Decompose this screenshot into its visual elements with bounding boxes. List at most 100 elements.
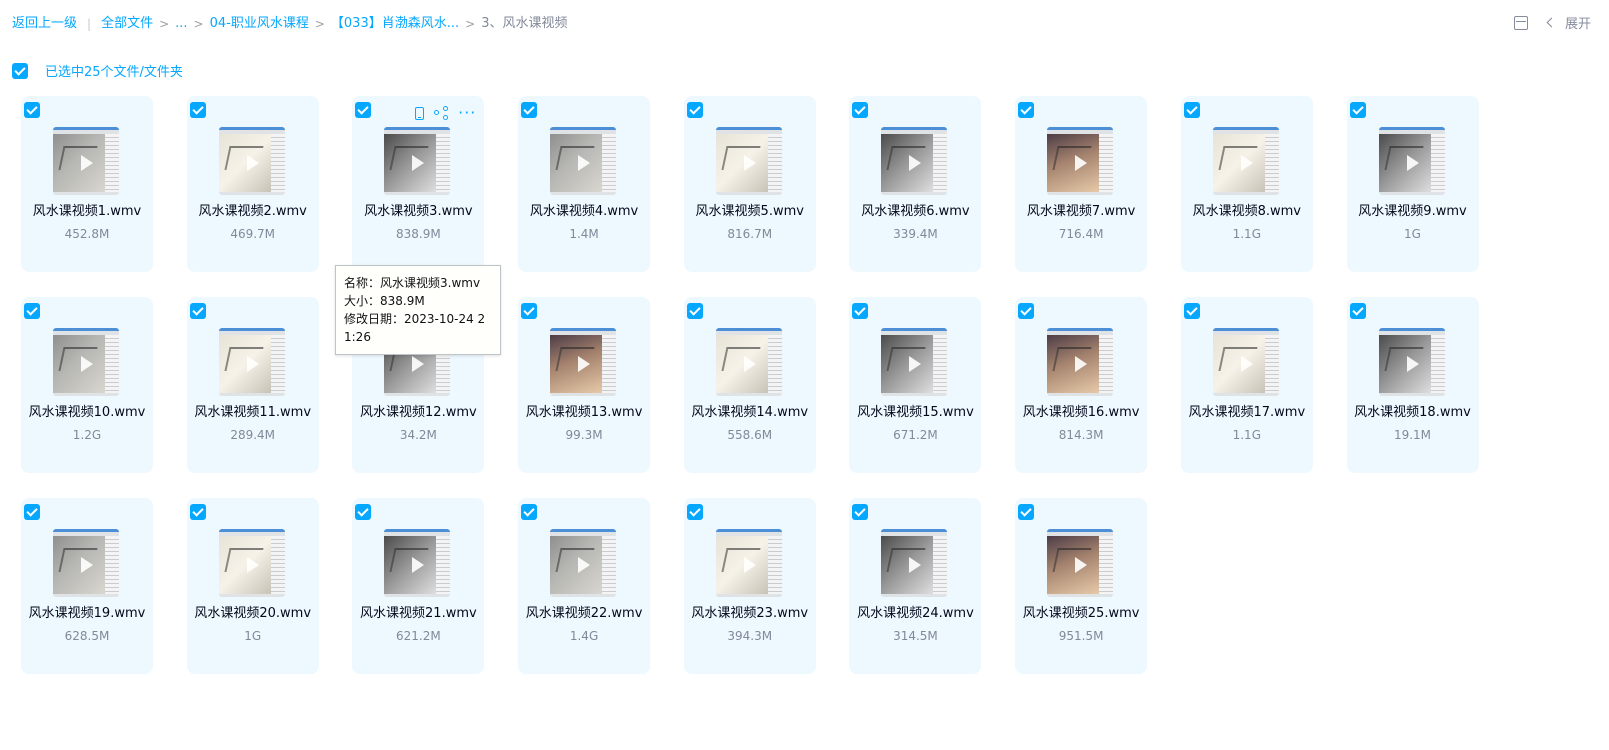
file-checkbox[interactable]: [355, 504, 372, 520]
file-name[interactable]: 风水课视频7.wmv: [1005, 204, 1157, 220]
more-icon[interactable]: ···: [458, 105, 476, 121]
file-name[interactable]: 风水课视频20.wmv: [177, 606, 329, 622]
file-checkbox[interactable]: [852, 303, 869, 319]
file-card[interactable]: 风水课视频5.wmv 816.7M: [683, 96, 816, 272]
file-card[interactable]: 风水课视频25.wmv 951.5M: [1015, 498, 1148, 674]
file-card[interactable]: 风水课视频8.wmv 1.1G: [1180, 96, 1313, 272]
file-card[interactable]: 风水课视频20.wmv 1G: [186, 498, 319, 674]
file-name[interactable]: 风水课视频5.wmv: [674, 204, 826, 220]
file-name[interactable]: 风水课视频4.wmv: [508, 204, 660, 220]
file-name[interactable]: 风水课视频16.wmv: [1005, 405, 1157, 421]
file-checkbox[interactable]: [189, 102, 206, 118]
play-icon: [1075, 154, 1088, 171]
play-icon: [1075, 355, 1088, 372]
file-checkbox[interactable]: [355, 102, 372, 118]
file-card[interactable]: 风水课视频14.wmv 558.6M: [683, 297, 816, 473]
play-icon: [578, 355, 591, 372]
file-card[interactable]: 风水课视频6.wmv 339.4M: [849, 96, 982, 272]
play-icon: [246, 154, 259, 171]
file-name[interactable]: 风水课视频3.wmv: [342, 204, 494, 220]
file-name[interactable]: 风水课视频11.wmv: [177, 405, 329, 421]
file-name[interactable]: 风水课视频10.wmv: [11, 405, 163, 421]
breadcrumb-level1[interactable]: 04-职业风水课程: [210, 14, 309, 34]
list-view-icon[interactable]: [1513, 15, 1528, 30]
file-card[interactable]: 风水课视频4.wmv 1.4M: [518, 96, 651, 272]
file-card[interactable]: ··· 风水课视频3.wmv 838.9M: [352, 96, 485, 272]
file-checkbox[interactable]: [521, 504, 538, 520]
file-name[interactable]: 风水课视频21.wmv: [342, 606, 494, 622]
file-card[interactable]: 风水课视频10.wmv 1.2G: [21, 297, 153, 473]
file-checkbox[interactable]: [24, 504, 40, 520]
file-card[interactable]: 风水课视频9.wmv 1G: [1346, 96, 1479, 272]
file-checkbox[interactable]: [686, 504, 703, 520]
file-checkbox[interactable]: [1018, 303, 1035, 319]
back-link[interactable]: 返回上一级: [12, 14, 77, 34]
video-thumbnail: [218, 328, 285, 396]
file-checkbox[interactable]: [189, 504, 206, 520]
file-card[interactable]: 风水课视频11.wmv 289.4M: [186, 297, 319, 473]
expand-button[interactable]: 展开: [1546, 13, 1591, 32]
breadcrumb-current: 3、风水课视频: [481, 16, 568, 31]
file-name[interactable]: 风水课视频15.wmv: [839, 405, 991, 421]
file-card[interactable]: 风水课视频7.wmv 716.4M: [1015, 96, 1148, 272]
phone-icon[interactable]: [415, 106, 425, 120]
file-checkbox[interactable]: [24, 303, 40, 319]
file-name[interactable]: 风水课视频22.wmv: [508, 606, 660, 622]
file-name[interactable]: 风水课视频18.wmv: [1337, 405, 1489, 421]
file-name[interactable]: 风水课视频12.wmv: [342, 405, 494, 421]
file-checkbox[interactable]: [686, 102, 703, 118]
video-thumbnail: [1047, 328, 1114, 396]
file-card[interactable]: 风水课视频18.wmv 19.1M: [1346, 297, 1479, 473]
file-size: 838.9M: [396, 227, 441, 241]
file-size: 19.1M: [1393, 428, 1432, 442]
file-name[interactable]: 风水课视频24.wmv: [839, 606, 991, 622]
file-card[interactable]: 风水课视频15.wmv 671.2M: [849, 297, 982, 473]
breadcrumb-level2[interactable]: 【033】肖渤森风水...: [331, 14, 459, 34]
file-card[interactable]: 风水课视频17.wmv 1.1G: [1180, 297, 1313, 473]
file-checkbox[interactable]: [521, 102, 538, 118]
file-checkbox[interactable]: [852, 504, 869, 520]
file-checkbox[interactable]: [1349, 303, 1366, 319]
file-name[interactable]: 风水课视频6.wmv: [839, 204, 991, 220]
breadcrumb-ellipsis[interactable]: ...: [175, 14, 187, 34]
file-name[interactable]: 风水课视频25.wmv: [1005, 606, 1157, 622]
select-all-checkbox[interactable]: [12, 62, 28, 79]
file-name[interactable]: 风水课视频19.wmv: [11, 606, 163, 622]
file-card[interactable]: 风水课视频13.wmv 99.3M: [518, 297, 651, 473]
file-card[interactable]: 风水课视频2.wmv 469.7M: [186, 96, 319, 272]
file-checkbox[interactable]: [1183, 102, 1200, 118]
file-size: 339.4M: [893, 227, 938, 241]
file-size: 1G: [244, 629, 262, 643]
file-card[interactable]: 风水课视频19.wmv 628.5M: [21, 498, 153, 674]
file-card[interactable]: 风水课视频22.wmv 1.4G: [518, 498, 651, 674]
file-card[interactable]: 风水课视频24.wmv 314.5M: [849, 498, 982, 674]
file-name[interactable]: 风水课视频9.wmv: [1337, 204, 1489, 220]
file-name[interactable]: 风水课视频23.wmv: [674, 606, 826, 622]
file-name[interactable]: 风水课视频14.wmv: [674, 405, 826, 421]
file-checkbox[interactable]: [189, 303, 206, 319]
video-thumbnail: [715, 328, 782, 396]
file-checkbox[interactable]: [1018, 504, 1035, 520]
file-name[interactable]: 风水课视频8.wmv: [1171, 204, 1323, 220]
file-card[interactable]: 风水课视频21.wmv 621.2M: [352, 498, 485, 674]
breadcrumb-root[interactable]: 全部文件: [101, 14, 153, 34]
play-icon: [412, 355, 425, 372]
file-checkbox[interactable]: [686, 303, 703, 319]
file-checkbox[interactable]: [521, 303, 538, 319]
file-name[interactable]: 风水课视频13.wmv: [508, 405, 660, 421]
file-checkbox[interactable]: [1183, 303, 1200, 319]
file-checkbox[interactable]: [1018, 102, 1035, 118]
file-checkbox[interactable]: [1349, 102, 1366, 118]
file-name[interactable]: 风水课视频2.wmv: [177, 204, 329, 220]
file-checkbox[interactable]: [24, 102, 40, 118]
file-name[interactable]: 风水课视频17.wmv: [1171, 405, 1323, 421]
file-checkbox[interactable]: [852, 102, 869, 118]
file-card[interactable]: 风水课视频23.wmv 394.3M: [683, 498, 816, 674]
file-name[interactable]: 风水课视频1.wmv: [11, 204, 163, 220]
video-thumbnail: [550, 127, 617, 195]
file-card[interactable]: 风水课视频16.wmv 814.3M: [1015, 297, 1148, 473]
file-size: 99.3M: [565, 428, 603, 442]
video-thumbnail: [715, 529, 782, 597]
share-icon[interactable]: [434, 106, 449, 120]
file-card[interactable]: 风水课视频1.wmv 452.8M: [21, 96, 153, 272]
